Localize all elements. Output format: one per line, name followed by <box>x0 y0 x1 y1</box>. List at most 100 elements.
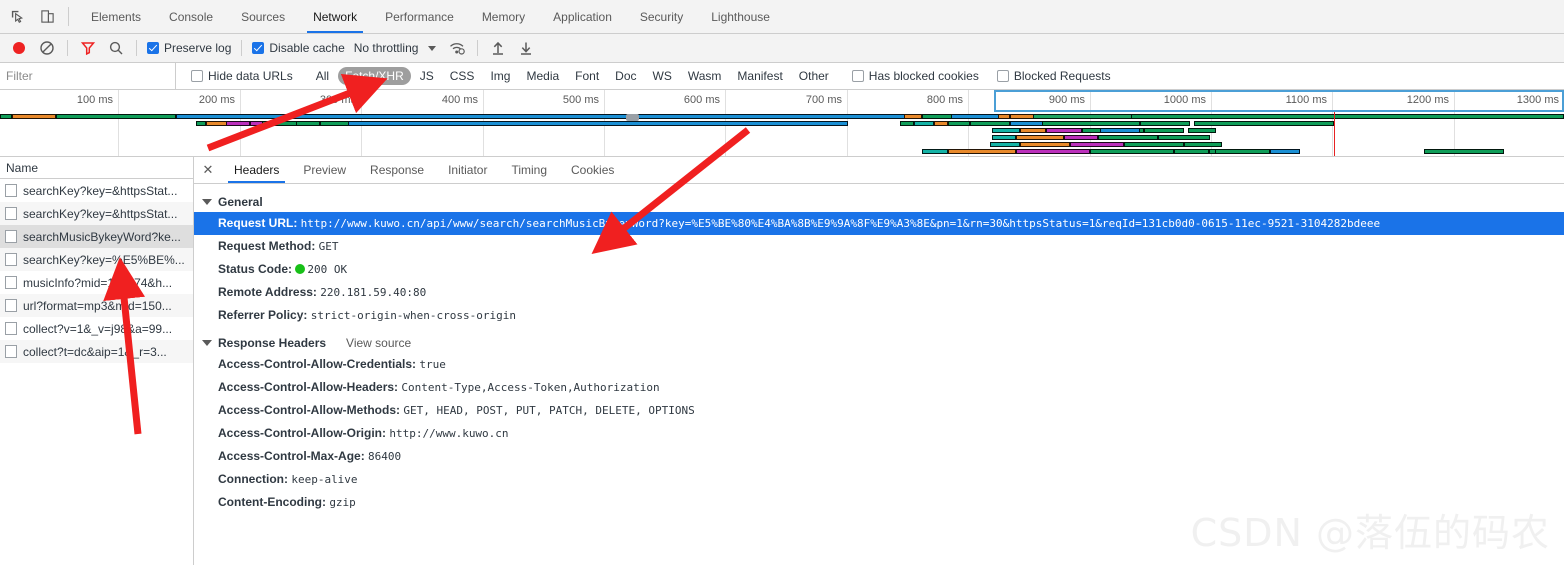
header-row[interactable]: Access-Control-Allow-Headers: Content-Ty… <box>194 376 1564 399</box>
header-row[interactable]: Request Method: GET <box>194 235 1564 258</box>
filter-type-media[interactable]: Media <box>519 67 566 85</box>
tab-console[interactable]: Console <box>155 0 227 33</box>
header-value: http://www.kuwo.cn/api/www/search/search… <box>300 217 1381 230</box>
tab-security[interactable]: Security <box>626 0 697 33</box>
request-list-item[interactable]: musicInfo?mid=150974&h... <box>0 271 193 294</box>
request-list-item[interactable]: collect?t=dc&aip=1&_r=3... <box>0 340 193 363</box>
network-conditions-icon[interactable] <box>444 36 470 60</box>
request-list-item[interactable]: searchKey?key=%E5%BE%... <box>0 248 193 271</box>
details-tab-response[interactable]: Response <box>358 157 436 183</box>
preserve-log-checkbox[interactable]: Preserve log <box>144 41 234 55</box>
tab-performance[interactable]: Performance <box>371 0 468 33</box>
tab-security-label: Security <box>639 9 684 24</box>
request-list-header[interactable]: Name <box>0 157 193 179</box>
details-tab-timing[interactable]: Timing <box>499 157 559 183</box>
document-icon <box>5 207 17 220</box>
header-row[interactable]: Connection: keep-alive <box>194 468 1564 491</box>
filter-type-img[interactable]: Img <box>483 67 517 85</box>
disable-cache-checkbox[interactable]: Disable cache <box>249 41 347 55</box>
header-key: Content-Encoding: <box>218 495 330 509</box>
clear-icon[interactable] <box>34 36 60 60</box>
details-tab-preview[interactable]: Preview <box>291 157 358 183</box>
filter-type-ws[interactable]: WS <box>646 67 679 85</box>
request-name-label: url?format=mp3&mid=150... <box>23 298 172 313</box>
device-toolbar-icon[interactable] <box>36 6 58 28</box>
header-row[interactable]: Access-Control-Allow-Credentials: true <box>194 353 1564 376</box>
filter-type-all[interactable]: All <box>309 67 336 85</box>
filter-input[interactable] <box>0 63 176 89</box>
response-headers-section-header[interactable]: Response Headers View source <box>194 333 1564 353</box>
tab-sources-label: Sources <box>241 9 286 24</box>
timeline-tick-label: 300 ms <box>319 94 356 106</box>
timeline-drag-handle[interactable] <box>626 114 639 121</box>
close-icon[interactable]: ✕ <box>194 157 222 183</box>
document-icon <box>5 322 17 335</box>
blocked-requests-checkbox[interactable]: Blocked Requests <box>994 69 1114 83</box>
timeline-request-bar <box>1424 149 1504 154</box>
tab-lighthouse[interactable]: Lighthouse <box>697 0 784 33</box>
view-source-link[interactable]: View source <box>346 336 411 350</box>
timeline-request-bar <box>262 121 298 126</box>
network-overview-timeline[interactable]: 100 ms 200 ms 300 ms 400 ms 500 ms 600 ms 700 … <box>0 90 1564 157</box>
filter-type-fetch-xhr[interactable]: Fetch/XHR <box>338 67 411 85</box>
column-header-name: Name <box>6 160 39 175</box>
timeline-request-bar <box>1140 121 1190 126</box>
toolbar-divider-1 <box>67 40 68 56</box>
request-list-item[interactable]: collect?v=1&_v=j98&a=99... <box>0 317 193 340</box>
filter-funnel-icon[interactable] <box>75 36 101 60</box>
header-row[interactable]: Access-Control-Max-Age: 86400 <box>194 445 1564 468</box>
chevron-down-icon <box>428 45 437 51</box>
header-row[interactable]: Access-Control-Allow-Origin: http://www.… <box>194 422 1564 445</box>
request-list-item[interactable]: searchKey?key=&httpsStat... <box>0 179 193 202</box>
timeline-request-bar <box>226 121 250 126</box>
request-name-label: searchKey?key=&httpsStat... <box>23 183 178 198</box>
export-har-icon[interactable] <box>513 36 539 60</box>
filter-type-wasm[interactable]: Wasm <box>681 67 729 85</box>
timeline-request-bar <box>914 121 934 126</box>
request-list-item[interactable]: url?format=mp3&mid=150... <box>0 294 193 317</box>
details-tab-cookies[interactable]: Cookies <box>559 157 626 183</box>
throttling-label: No throttling <box>353 41 419 55</box>
timeline-request-bar <box>1144 128 1184 133</box>
request-list-item[interactable]: searchMusicBykeyWord?ke... <box>0 225 193 248</box>
search-icon[interactable] <box>103 36 129 60</box>
tab-memory[interactable]: Memory <box>468 0 539 33</box>
header-value: 220.181.59.40:80 <box>320 286 427 299</box>
tab-sources[interactable]: Sources <box>227 0 299 33</box>
record-stop-icon[interactable] <box>6 36 32 60</box>
details-tab-initiator[interactable]: Initiator <box>436 157 499 183</box>
header-key: Request URL: <box>218 216 301 230</box>
header-row[interactable]: Remote Address: 220.181.59.40:80 <box>194 281 1564 304</box>
blocked-requests-label: Blocked Requests <box>1013 69 1111 83</box>
timeline-request-bar <box>922 149 948 154</box>
header-row[interactable]: Request URL: http://www.kuwo.cn/api/www/… <box>194 212 1564 235</box>
timeline-request-bar <box>904 114 922 119</box>
request-name-label: searchMusicBykeyWord?ke... <box>23 229 181 244</box>
hide-data-urls-checkbox[interactable]: Hide data URLs <box>188 69 296 83</box>
header-row[interactable]: Referrer Policy: strict-origin-when-cros… <box>194 304 1564 327</box>
throttling-select[interactable]: No throttling <box>350 41 443 55</box>
filter-type-manifest[interactable]: Manifest <box>730 67 789 85</box>
details-tab-headers[interactable]: Headers <box>222 157 291 183</box>
toolbar-divider-4 <box>477 40 479 56</box>
has-blocked-cookies-checkbox[interactable]: Has blocked cookies <box>849 69 982 83</box>
filter-type-js[interactable]: JS <box>413 67 441 85</box>
inspect-element-icon[interactable] <box>6 6 28 28</box>
general-section-header[interactable]: General <box>194 192 1564 212</box>
timeline-selection-window[interactable] <box>994 90 1564 112</box>
import-har-icon[interactable] <box>485 36 511 60</box>
timeline-request-bar <box>1046 128 1082 133</box>
request-list-item[interactable]: searchKey?key=&httpsStat... <box>0 202 193 225</box>
filter-type-doc[interactable]: Doc <box>608 67 643 85</box>
filter-type-css[interactable]: CSS <box>443 67 482 85</box>
tab-network[interactable]: Network <box>299 0 371 33</box>
tab-elements[interactable]: Elements <box>77 0 155 33</box>
filter-type-font[interactable]: Font <box>568 67 606 85</box>
timeline-tick-label: 500 ms <box>562 94 599 106</box>
header-row[interactable]: Access-Control-Allow-Methods: GET, HEAD,… <box>194 399 1564 422</box>
tab-application[interactable]: Application <box>539 0 626 33</box>
document-icon <box>5 230 17 243</box>
header-row[interactable]: Status Code: 200 OK <box>194 258 1564 281</box>
filter-type-other[interactable]: Other <box>792 67 836 85</box>
header-value: 86400 <box>368 450 402 463</box>
